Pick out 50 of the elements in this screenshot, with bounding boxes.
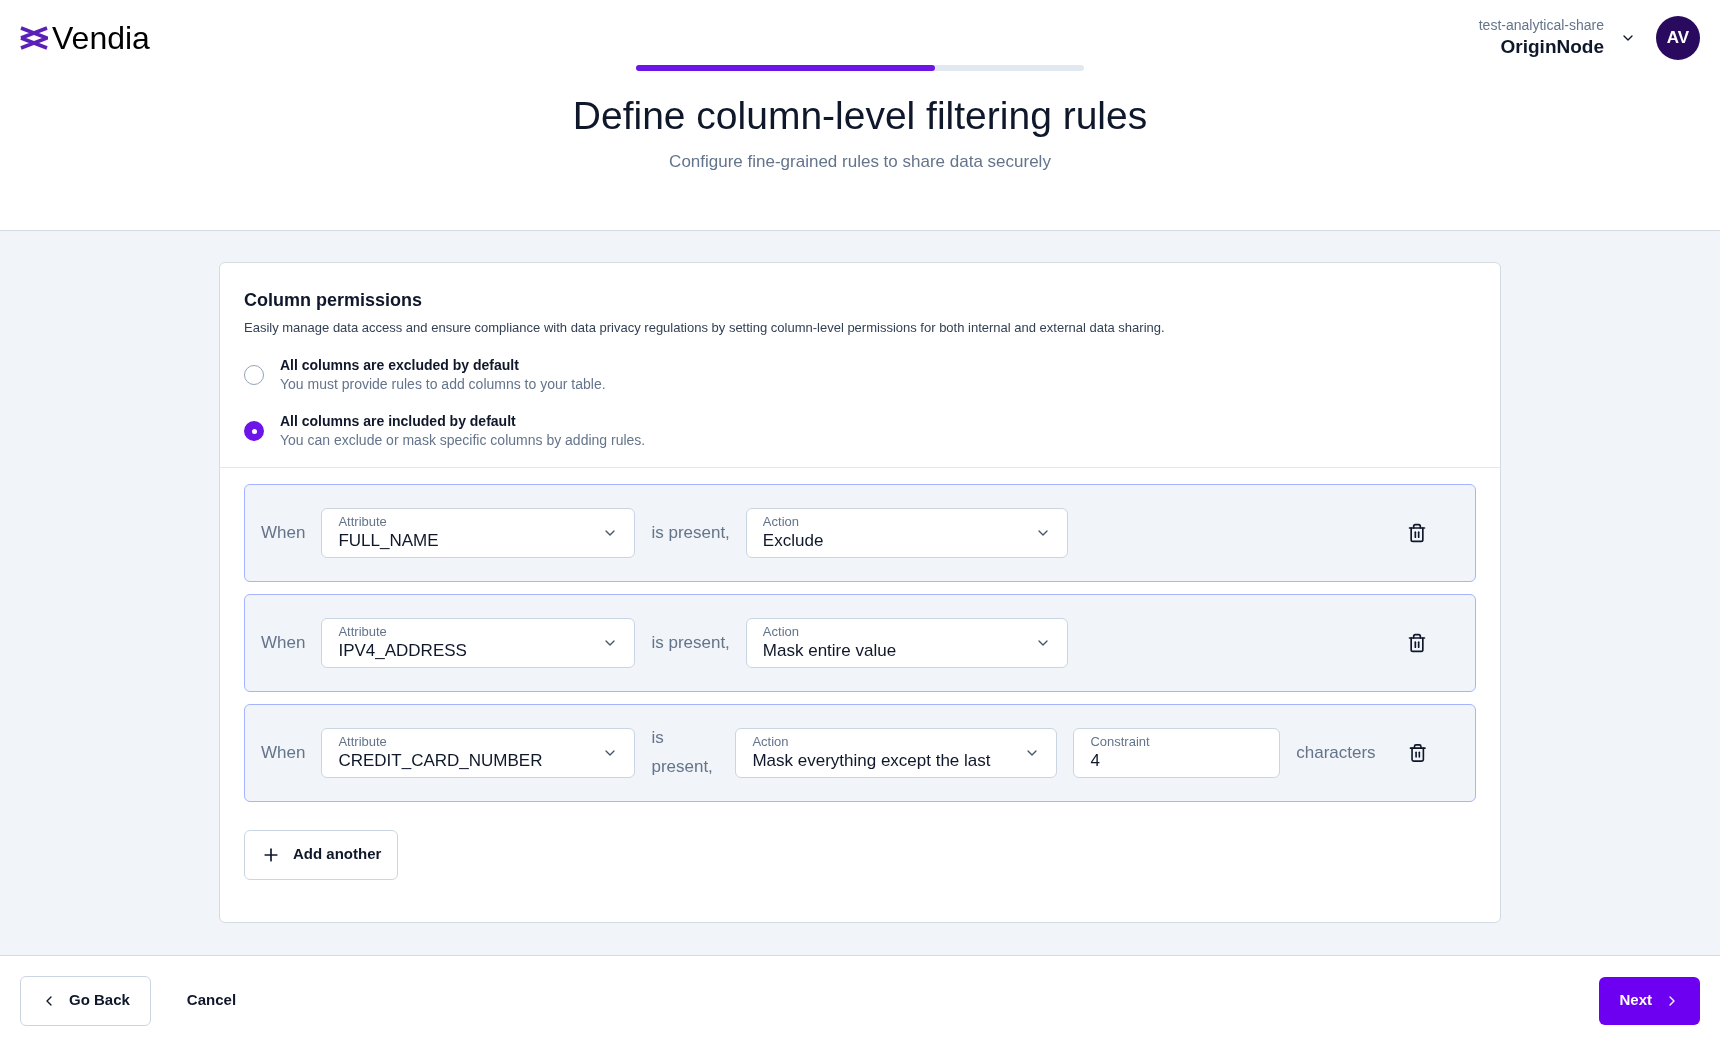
workspace-name: test-analytical-share: [1478, 17, 1604, 35]
present-label: is present,: [651, 631, 730, 654]
option-label: All columns are included by default: [280, 412, 517, 431]
delete-icon[interactable]: [1407, 632, 1427, 653]
field-label: Action: [752, 733, 790, 750]
field-label: Attribute: [338, 733, 388, 750]
when-label: When: [261, 741, 306, 764]
field-label: Action: [762, 623, 800, 640]
cancel-button[interactable]: Cancel: [174, 975, 249, 1026]
dropdown-field[interactable]: Attribute IPV4_ADDRESS: [321, 617, 636, 668]
when-label: When: [261, 631, 306, 654]
page-title: Define column-level filtering rules: [571, 93, 1149, 139]
option-hint: You must provide rules to add columns to your table.: [280, 374, 606, 394]
dropdown-field[interactable]: Action Mask everything except the last: [735, 727, 1058, 778]
card-title: Column permissions: [244, 289, 424, 312]
field-value: FULL_NAME: [338, 530, 439, 552]
node-name: OriginNode: [1500, 34, 1604, 59]
unit-label: characters: [1296, 741, 1376, 764]
delete-icon[interactable]: [1407, 522, 1427, 543]
field-label: Attribute: [338, 513, 388, 530]
option-hint: You can exclude or mask specific columns by adding rules.: [280, 431, 646, 451]
logo-icon: [20, 25, 48, 51]
page-subtitle: Configure fine-grained rules to share data securely: [668, 150, 1052, 173]
field-value: 4: [1090, 750, 1101, 772]
present-label: is present,: [651, 726, 714, 778]
field-value: IPV4_ADDRESS: [338, 640, 467, 662]
field-label: Attribute: [338, 623, 388, 640]
dropdown-field[interactable]: Attribute CREDIT_CARD_NUMBER: [321, 727, 636, 778]
field-label: Constraint: [1090, 733, 1151, 750]
field-value: CREDIT_CARD_NUMBER: [338, 750, 543, 772]
dropdown-field[interactable]: Attribute FULL_NAME: [321, 507, 636, 558]
field-value: Mask everything except the last: [752, 750, 991, 772]
when-label: When: [261, 521, 306, 544]
dropdown-field[interactable]: Action Exclude: [745, 507, 1068, 558]
field-label: Action: [762, 513, 800, 530]
constraint-field[interactable]: Constraint 4: [1073, 727, 1281, 778]
radio-button[interactable]: [244, 421, 264, 442]
field-value: Mask entire value: [762, 640, 897, 662]
present-label: is present,: [651, 521, 730, 544]
go-back-button[interactable]: Go Back: [20, 975, 151, 1026]
radio-button[interactable]: [244, 364, 264, 385]
dropdown-field[interactable]: Action Mask entire value: [745, 617, 1068, 668]
field-value: Exclude: [762, 530, 824, 552]
user-avatar[interactable]: AV: [1656, 16, 1700, 60]
next-button[interactable]: Next: [1599, 976, 1700, 1025]
option-label: All columns are excluded by default: [280, 355, 520, 375]
delete-icon[interactable]: [1407, 742, 1427, 763]
logo-text: Vendia: [52, 22, 150, 54]
add-another-button[interactable]: Add another: [244, 829, 399, 880]
card-description: Easily manage data access and ensure compliance with data privacy regulations by setting column-level permissions for both internal and external data sharing.: [244, 319, 1166, 337]
